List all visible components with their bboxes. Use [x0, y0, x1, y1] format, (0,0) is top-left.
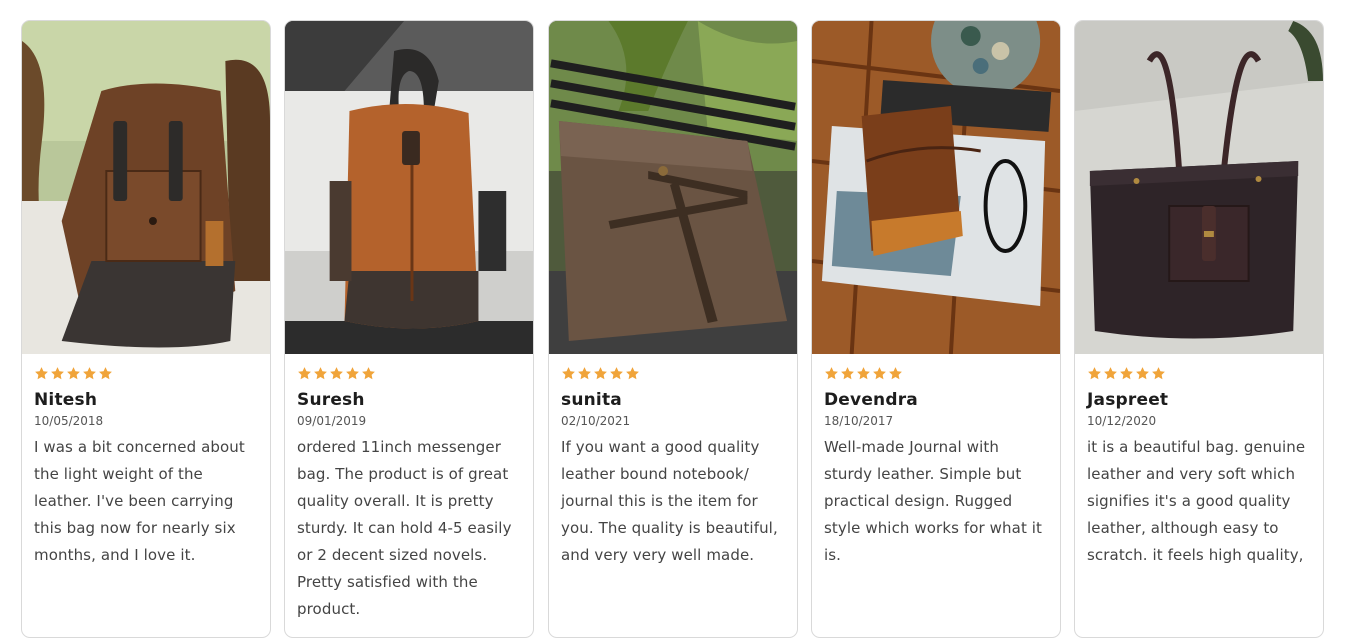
- star-icon: [34, 366, 49, 381]
- star-icon: [66, 366, 81, 381]
- review-card[interactable]: Nitesh 10/05/2018 I was a bit concerned …: [21, 20, 271, 638]
- star-icon: [1119, 366, 1134, 381]
- review-text: it is a beautiful bag. genuine leather a…: [1087, 438, 1306, 564]
- star-icon: [345, 366, 360, 381]
- star-icon: [1103, 366, 1118, 381]
- leather-journal-on-table-photo[interactable]: [812, 21, 1060, 354]
- reviewer-name: Devendra: [824, 390, 918, 410]
- star-icon: [625, 366, 640, 381]
- review-date: 10/05/2018: [34, 414, 104, 428]
- star-icon: [888, 366, 903, 381]
- star-icon: [1135, 366, 1150, 381]
- star-rating: [824, 363, 1048, 383]
- reviewer-name: sunita: [561, 390, 622, 410]
- star-icon: [1087, 366, 1102, 381]
- review-card[interactable]: Suresh 09/01/2019 ordered 11inch messeng…: [284, 20, 534, 638]
- star-icon: [82, 366, 97, 381]
- review-text: If you want a good quality leather bound…: [561, 438, 778, 564]
- review-date: 09/01/2019: [297, 414, 367, 428]
- reviews-carousel: Nitesh 10/05/2018 I was a bit concerned …: [0, 0, 1353, 644]
- star-icon: [840, 366, 855, 381]
- review-date: 02/10/2021: [561, 414, 631, 428]
- star-rating: [1087, 363, 1311, 383]
- reviewer-name: Suresh: [297, 390, 365, 410]
- star-icon: [313, 366, 328, 381]
- star-icon: [297, 366, 312, 381]
- star-icon: [824, 366, 839, 381]
- star-rating: [34, 363, 258, 383]
- review-card[interactable]: sunita 02/10/2021 If you want a good qua…: [548, 20, 798, 638]
- star-icon: [872, 366, 887, 381]
- star-icon: [361, 366, 376, 381]
- tan-leather-backpack-photo[interactable]: [285, 21, 533, 354]
- review-text: Well-made Journal with sturdy leather. S…: [824, 438, 1043, 564]
- star-icon: [50, 366, 65, 381]
- star-icon: [577, 366, 592, 381]
- leather-journal-on-window-photo[interactable]: [549, 21, 797, 354]
- reviewer-name: Nitesh: [34, 390, 98, 410]
- star-icon: [561, 366, 576, 381]
- reviewer-name: Jaspreet: [1087, 390, 1169, 410]
- review-text: ordered 11inch messenger bag. The produc…: [297, 438, 512, 618]
- star-icon: [609, 366, 624, 381]
- star-icon: [593, 366, 608, 381]
- star-icon: [1151, 366, 1166, 381]
- review-date: 18/10/2017: [824, 414, 894, 428]
- brown-leather-backpack-photo[interactable]: [22, 21, 270, 354]
- review-card[interactable]: Devendra 18/10/2017 Well-made Journal wi…: [811, 20, 1061, 638]
- star-rating: [297, 363, 521, 383]
- star-rating: [561, 363, 785, 383]
- star-icon: [98, 366, 113, 381]
- review-date: 10/12/2020: [1087, 414, 1157, 428]
- review-text: I was a bit concerned about the light we…: [34, 438, 245, 564]
- star-icon: [329, 366, 344, 381]
- review-card[interactable]: Jaspreet 10/12/2020 it is a beautiful ba…: [1074, 20, 1324, 638]
- dark-leather-tote-bag-photo[interactable]: [1075, 21, 1323, 354]
- star-icon: [856, 366, 871, 381]
